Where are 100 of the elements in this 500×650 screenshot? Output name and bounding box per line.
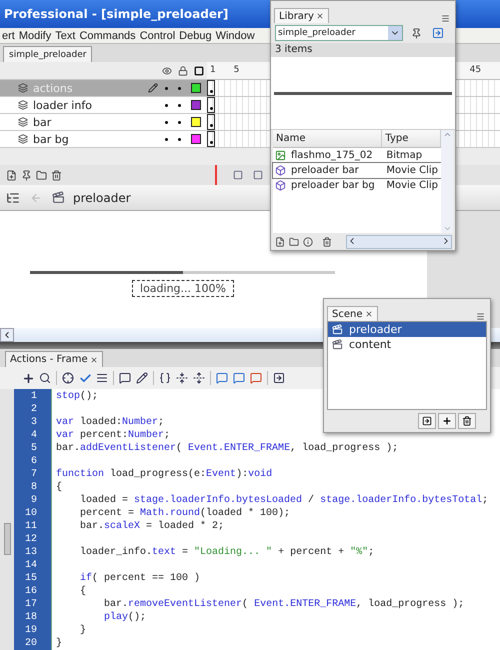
scene-item[interactable]: preloader (328, 322, 486, 337)
layer-row[interactable]: bar (0, 114, 207, 132)
keyframe[interactable] (207, 97, 215, 114)
code-line: bar.scaleX = loaded * 2; (79, 520, 224, 533)
close-icon[interactable] (316, 12, 324, 20)
folder-icon[interactable] (36, 170, 47, 181)
panel-menu-icon[interactable] (476, 312, 485, 321)
outline-icon[interactable] (194, 66, 204, 76)
menu-item[interactable]: ert (0, 30, 17, 42)
duplicate-icon (422, 416, 432, 426)
frame-number: 45 (470, 65, 482, 76)
pencil-icon (148, 83, 158, 94)
vertical-scrollbar[interactable] (441, 130, 453, 233)
code-line: var percent:Number; (56, 428, 170, 442)
new-symbol-icon[interactable] (275, 236, 285, 246)
item-type: Bitmap (385, 150, 424, 161)
code-line: var loaded:Number; (56, 416, 164, 429)
layer-name: bar (33, 116, 52, 129)
visibility-dot (165, 104, 168, 107)
line-number: 20 (24, 636, 38, 650)
layer-row[interactable]: loader info (0, 97, 207, 114)
line-number: 13 (24, 546, 38, 559)
onion-outline-icon[interactable] (253, 170, 263, 180)
scene-tab[interactable]: Scene (327, 306, 378, 321)
horizontal-scrollbar[interactable] (346, 234, 452, 248)
layer-icon (18, 134, 28, 144)
keyframe[interactable] (207, 80, 215, 96)
info-icon[interactable] (303, 236, 313, 246)
code-line: } (56, 636, 62, 650)
close-icon[interactable] (90, 356, 98, 364)
item-name: preloader bar (290, 165, 360, 176)
line-number: 4 (30, 428, 38, 442)
line-number: 16 (24, 584, 38, 598)
layer-icon (18, 83, 28, 94)
line-number: 2 (30, 402, 38, 416)
code-line: percent = Math.round(loaded * 100); (79, 506, 290, 520)
new-layer-icon[interactable] (6, 170, 17, 181)
line-number: 14 (24, 558, 38, 572)
library-tab[interactable]: Library (274, 8, 329, 23)
scene-name[interactable]: preloader (73, 190, 131, 205)
line-number: 6 (30, 454, 38, 468)
bitmap-icon (275, 150, 286, 161)
item-name: preloader bar bg (290, 180, 376, 191)
item-type: Movie Clip (385, 180, 440, 191)
code-line: { (56, 480, 62, 494)
trash-icon[interactable] (51, 170, 62, 181)
menu-item[interactable]: Window (214, 30, 257, 42)
visibility-dot (165, 120, 168, 124)
code-line: } (79, 624, 86, 637)
panel-menu-icon[interactable] (441, 14, 450, 23)
menu-item[interactable]: Control (138, 30, 178, 42)
lock-dot (178, 120, 181, 124)
lock-dot (178, 86, 181, 90)
keyframe[interactable] (207, 131, 215, 148)
scene-icon (52, 191, 65, 204)
column-header[interactable]: Name (273, 130, 382, 147)
line-number: 11 (24, 520, 38, 533)
line-number: 1 (30, 390, 38, 403)
layer-name: actions (33, 82, 74, 95)
lock-icon[interactable] (178, 66, 188, 76)
window-title: Professional - [simple_preloader] (4, 6, 228, 21)
line-number: 5 (30, 442, 38, 455)
menu-item[interactable]: Debug (177, 30, 214, 42)
onion-skin-icon[interactable] (233, 170, 243, 180)
menu-item[interactable]: Text (53, 30, 78, 42)
actions-tab[interactable]: Actions - Frame (5, 351, 103, 368)
guide-icon[interactable] (21, 170, 32, 181)
library-item[interactable]: preloader bar bg Movie Clip (273, 178, 441, 193)
menu-item[interactable]: Modify (16, 30, 54, 42)
delete-scene-button[interactable] (458, 413, 476, 429)
code-line: if( percent == 100 ) (79, 572, 200, 585)
code-line: function load_progress(e:Event):void (56, 468, 272, 481)
document-tab[interactable]: simple_preloader (3, 46, 92, 62)
layer-icon (18, 100, 28, 110)
lock-dot (178, 138, 181, 141)
new-library-icon[interactable] (432, 27, 444, 39)
layer-row[interactable]: bar bg (0, 131, 207, 148)
trash-icon (462, 416, 472, 426)
panel-collapse-handle[interactable] (4, 523, 10, 556)
menu-item[interactable]: Commands (77, 30, 138, 42)
scroll-left-button[interactable] (0, 328, 14, 342)
layer-name: bar bg (33, 132, 70, 146)
pin-icon[interactable] (411, 28, 422, 38)
eye-icon[interactable] (162, 66, 172, 76)
add-scene-button[interactable] (438, 413, 456, 429)
document-dropdown[interactable]: simple_preloader (275, 25, 403, 41)
keyframe[interactable] (207, 114, 215, 130)
duplicate-scene-button[interactable] (418, 413, 436, 429)
code-line: play(); (103, 610, 146, 624)
line-number: 15 (24, 572, 38, 585)
library-item[interactable]: flashmo_175_02 Bitmap (273, 148, 441, 163)
close-icon[interactable] (364, 310, 372, 318)
code-line: bar.removeEventListener( Event.ENTER_FRAME, load_progress ); (103, 598, 464, 611)
trash-icon[interactable] (322, 236, 332, 246)
item-type: Movie Clip (385, 165, 440, 176)
visibility-dot (165, 86, 168, 90)
scene-item[interactable]: content (328, 337, 486, 352)
timeline-toggle-icon[interactable] (6, 190, 20, 205)
lock-dot (178, 104, 181, 107)
folder-icon[interactable] (289, 236, 299, 246)
